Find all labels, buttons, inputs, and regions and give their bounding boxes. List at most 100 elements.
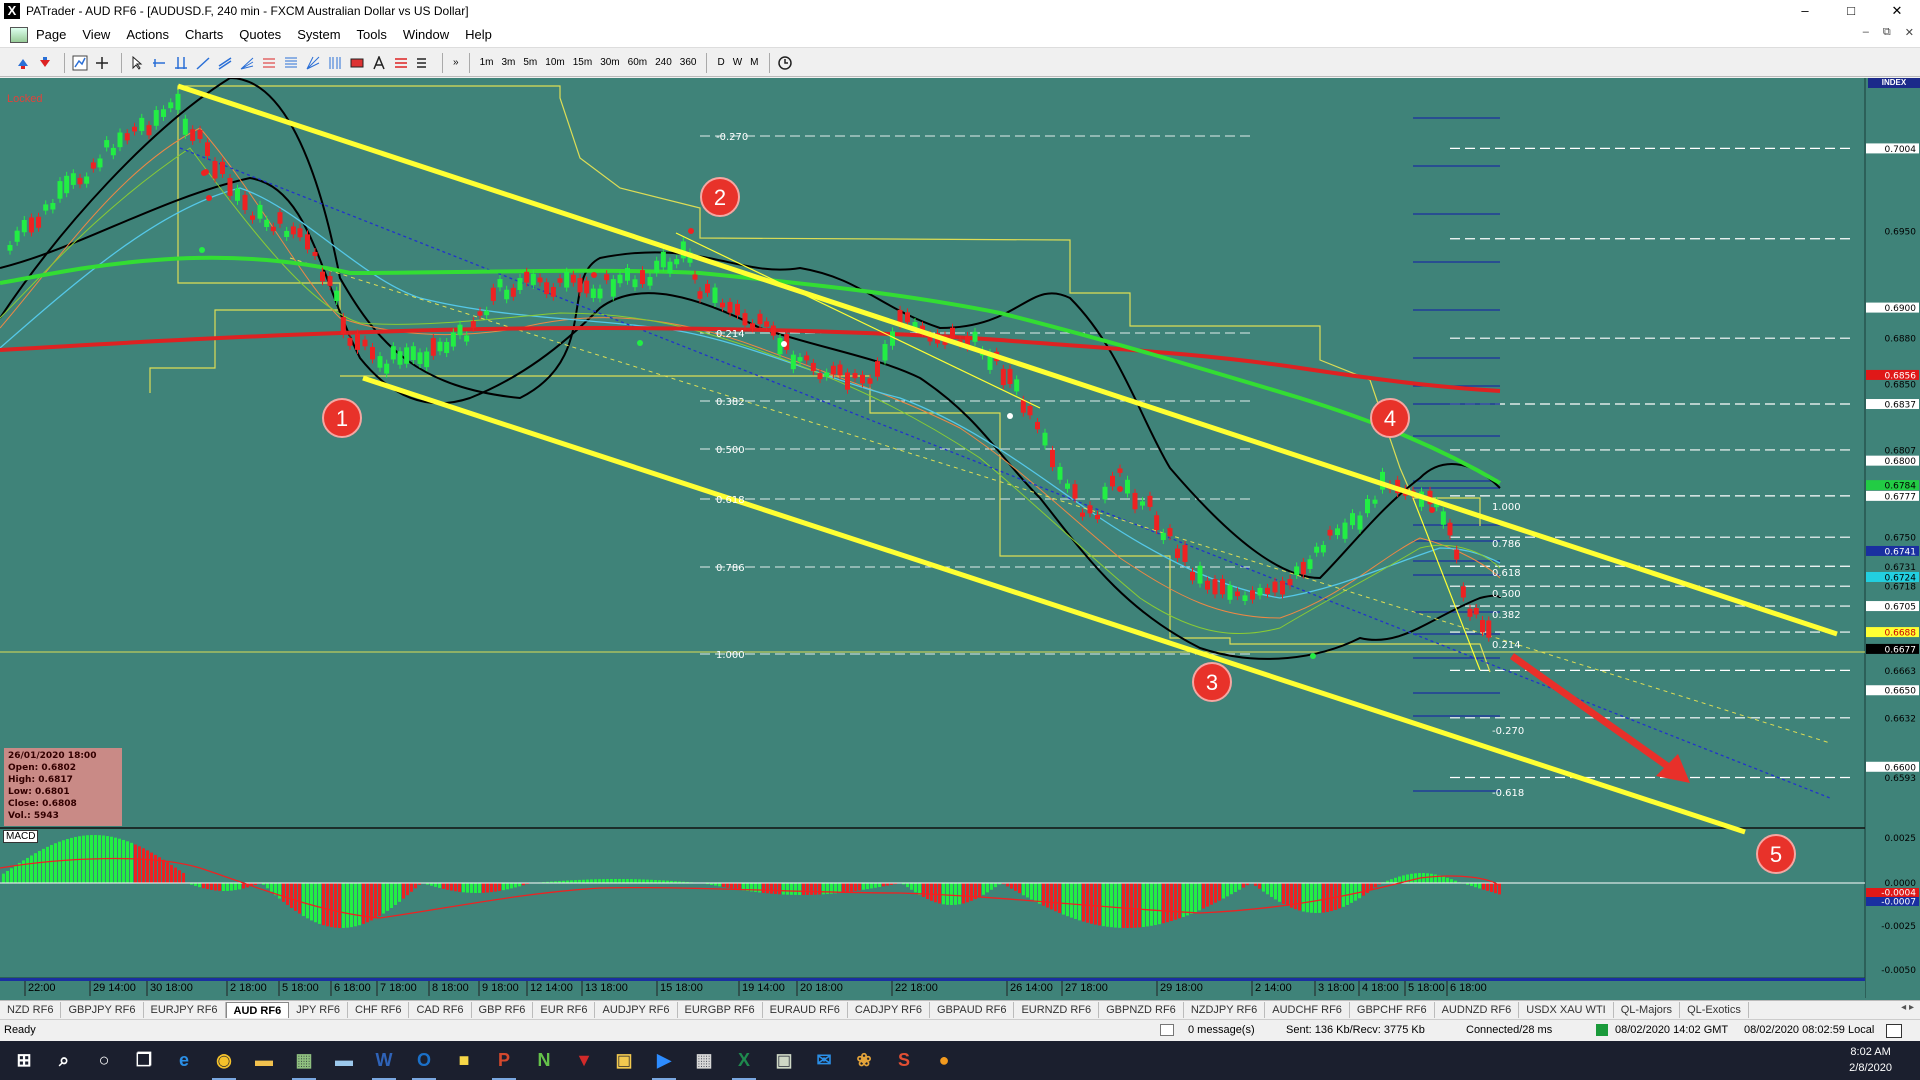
chart-icon[interactable]	[71, 54, 89, 72]
menu-view[interactable]: View	[74, 27, 118, 42]
sticky-icon[interactable]: ■	[444, 1041, 484, 1080]
sheet-tab[interactable]: EURAUD RF6	[763, 1001, 848, 1018]
menu-system[interactable]: System	[289, 27, 348, 42]
outlook-icon[interactable]: O	[404, 1041, 444, 1080]
menu-charts[interactable]: Charts	[177, 27, 231, 42]
sheet-tab[interactable]: EURJPY RF6	[144, 1001, 226, 1018]
sheet-tab[interactable]: GBPNZD RF6	[1099, 1001, 1184, 1018]
timeframe-3m[interactable]: 3m	[497, 57, 519, 68]
trendline-icon[interactable]	[194, 54, 212, 72]
mail-icon[interactable]	[1160, 1024, 1174, 1036]
resize-grip-icon[interactable]	[1886, 1024, 1902, 1038]
timeframe-360[interactable]: 360	[676, 57, 701, 68]
powerpoint-icon[interactable]: P	[484, 1041, 524, 1080]
maximize-button[interactable]: □	[1828, 0, 1874, 22]
timeframe-240[interactable]: 240	[651, 57, 676, 68]
word-icon[interactable]: W	[364, 1041, 404, 1080]
notepad-icon[interactable]: ▬	[324, 1041, 364, 1080]
time-zones-icon[interactable]	[326, 54, 344, 72]
sheet-tab[interactable]: AUDJPY RF6	[595, 1001, 678, 1018]
sheet-tab[interactable]: CADJPY RF6	[848, 1001, 930, 1018]
period-monthly[interactable]: M	[746, 57, 762, 68]
close-button[interactable]: ✕	[1874, 0, 1920, 22]
clock-icon[interactable]	[776, 54, 794, 72]
mdi-restore-button[interactable]: ⧉	[1883, 26, 1891, 39]
mdi-minimize-button[interactable]: –	[1863, 26, 1869, 39]
fan-icon[interactable]	[238, 54, 256, 72]
timeframe-5m[interactable]: 5m	[519, 57, 541, 68]
vertical-line-icon[interactable]	[172, 54, 190, 72]
settings-list-icon[interactable]	[414, 54, 432, 72]
edge-icon[interactable]: e	[164, 1041, 204, 1080]
sheet-tab[interactable]: QL-Exotics	[1680, 1001, 1749, 1018]
sheet-tab[interactable]: NZD RF6	[0, 1001, 62, 1018]
timeframe-30m[interactable]: 30m	[596, 57, 623, 68]
app-folder-icon[interactable]: ▣	[604, 1041, 644, 1080]
sheet-tab[interactable]: JPY RF6	[289, 1001, 349, 1018]
search-icon[interactable]: ⌕	[44, 1041, 84, 1080]
gann-icon[interactable]	[304, 54, 322, 72]
app-orange-icon[interactable]: ●	[924, 1041, 964, 1080]
period-weekly[interactable]: W	[729, 57, 746, 68]
cortana-icon[interactable]: ○	[84, 1041, 124, 1080]
fib-retracement-icon[interactable]	[260, 54, 278, 72]
sheet-tab[interactable]: AUDNZD RF6	[1435, 1001, 1520, 1018]
task-view-icon[interactable]: ❐	[124, 1041, 164, 1080]
mdi-close-button[interactable]: ✕	[1905, 26, 1914, 39]
sheet-tab[interactable]: GBP RF6	[472, 1001, 534, 1018]
sheet-tab[interactable]: GBPJPY RF6	[61, 1001, 144, 1018]
image-viewer-icon[interactable]: ▣	[764, 1041, 804, 1080]
sheet-tab[interactable]: EURGBP RF6	[678, 1001, 763, 1018]
sheet-tab[interactable]: NZDJPY RF6	[1184, 1001, 1266, 1018]
sheet-tab[interactable]: GBPCHF RF6	[1350, 1001, 1435, 1018]
rectangle-icon[interactable]	[348, 54, 366, 72]
list-icon[interactable]	[392, 54, 410, 72]
sheet-tab[interactable]: GBPAUD RF6	[930, 1001, 1015, 1018]
patrader-icon[interactable]: ▦	[284, 1041, 324, 1080]
file-explorer-icon[interactable]: ▬	[244, 1041, 284, 1080]
crosshair-icon[interactable]	[93, 54, 111, 72]
buy-icon[interactable]	[14, 54, 32, 72]
sheet-tab[interactable]: EURNZD RF6	[1014, 1001, 1100, 1018]
sheet-tab[interactable]: AUD RF6	[225, 1001, 290, 1018]
sheet-tab[interactable]: AUDCHF RF6	[1265, 1001, 1350, 1018]
taskbar-clock[interactable]: 8:02 AM 2/8/2020	[1849, 1044, 1892, 1076]
sheet-tab[interactable]: CHF RF6	[348, 1001, 410, 1018]
paint-icon[interactable]: ❀	[844, 1041, 884, 1080]
app-red-icon[interactable]: ▼	[564, 1041, 604, 1080]
menu-actions[interactable]: Actions	[118, 27, 177, 42]
timeframe-15m[interactable]: 15m	[569, 57, 596, 68]
chart-canvas[interactable]: 12345 0.70040.69500.69000.68800.68560.68…	[0, 78, 1920, 1008]
timeframe-1m[interactable]: 1m	[476, 57, 498, 68]
calculator-icon[interactable]: ▦	[684, 1041, 724, 1080]
timeframe-10m[interactable]: 10m	[541, 57, 568, 68]
menu-quotes[interactable]: Quotes	[231, 27, 289, 42]
outlook-2-icon[interactable]: ✉	[804, 1041, 844, 1080]
sheet-tab[interactable]: USDX XAU WTI	[1519, 1001, 1614, 1018]
menu-help[interactable]: Help	[457, 27, 500, 42]
sheet-tab[interactable]: QL-Majors	[1614, 1001, 1681, 1018]
timeframe-60m[interactable]: 60m	[624, 57, 651, 68]
sheet-tab[interactable]: CAD RF6	[409, 1001, 472, 1018]
menu-tools[interactable]: Tools	[349, 27, 395, 42]
menu-page[interactable]: Page	[28, 27, 74, 42]
fib-extension-icon[interactable]	[282, 54, 300, 72]
tab-scroll-arrows[interactable]: ◂ ▸	[1901, 1002, 1914, 1013]
period-daily[interactable]: D	[713, 57, 728, 68]
channel-icon[interactable]	[216, 54, 234, 72]
sheet-tab[interactable]: EUR RF6	[533, 1001, 596, 1018]
excel-icon[interactable]: X	[724, 1041, 764, 1080]
app-s-icon[interactable]: S	[884, 1041, 924, 1080]
horizontal-line-icon[interactable]	[150, 54, 168, 72]
menu-window[interactable]: Window	[395, 27, 457, 42]
sell-icon[interactable]	[36, 54, 54, 72]
windows-start-icon[interactable]: ⊞	[4, 1041, 44, 1080]
price-chart[interactable]: 12345 0.7004 0.6950 0.6900 0.6880 0.6856 0.68…	[0, 78, 1920, 1008]
chrome-icon[interactable]: ◉	[204, 1041, 244, 1080]
cursor-icon[interactable]	[128, 54, 146, 72]
text-icon[interactable]	[370, 54, 388, 72]
page-icon[interactable]	[10, 26, 28, 43]
minimize-button[interactable]: –	[1782, 0, 1828, 22]
ninja-icon[interactable]: N	[524, 1041, 564, 1080]
zoom-icon[interactable]: ▶	[644, 1041, 684, 1080]
